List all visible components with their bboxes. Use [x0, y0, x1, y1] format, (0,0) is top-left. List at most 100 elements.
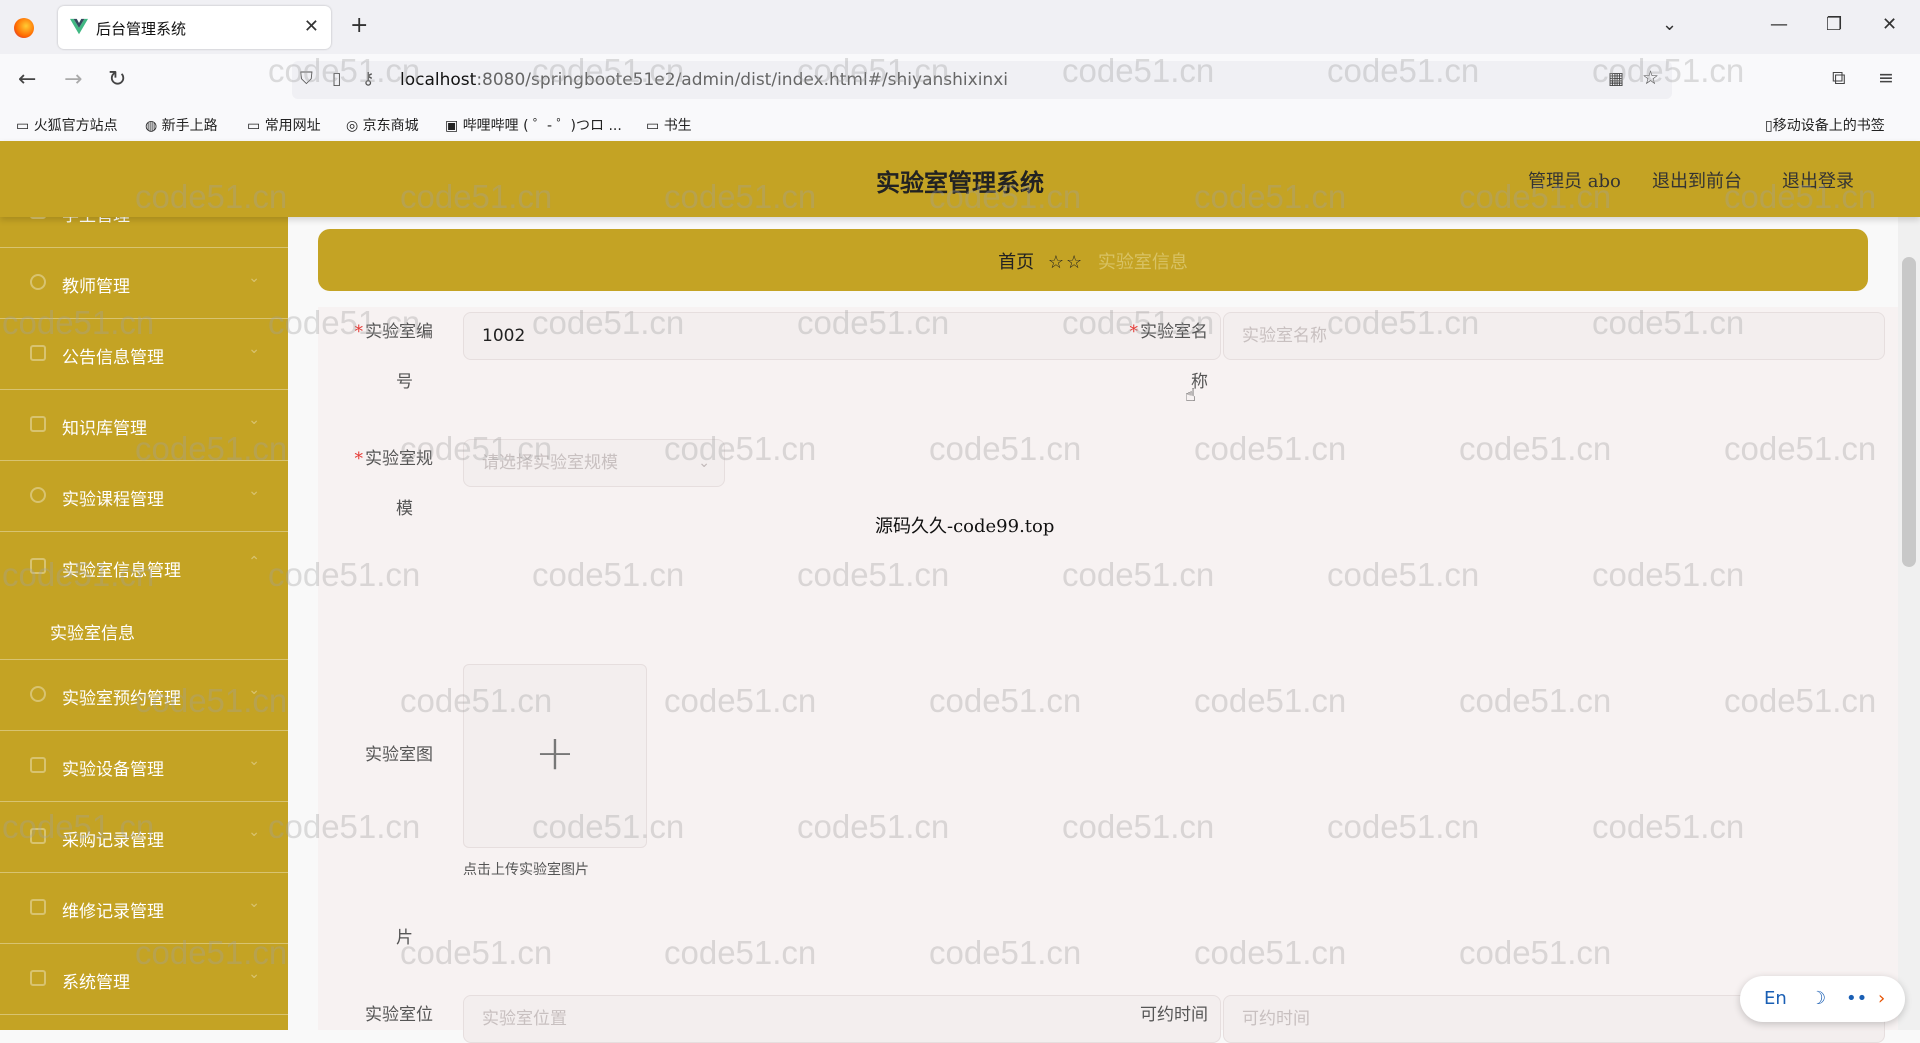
sidebar-item-label: 系统管理 — [62, 973, 130, 993]
sidebar-item-teachers[interactable]: 教师管理 ⌄ — [0, 248, 288, 319]
breadcrumb: 首页 ☆☆ 实验室信息 — [318, 229, 1868, 291]
sidebar-item-system[interactable]: 系统管理 ⌄ — [0, 944, 288, 1015]
sidebar-item-knowledge[interactable]: 知识库管理 ⌄ — [0, 390, 288, 461]
menu-icon — [30, 757, 46, 773]
sidebar-subitem-label: 实验室信息 — [50, 624, 135, 644]
ime-lang[interactable]: En — [1764, 988, 1787, 1009]
overlay-watermark-text: 源码久久-code99.top — [875, 516, 1055, 537]
lab-location-label: 实验室位 — [365, 1005, 433, 1025]
chevron-down-icon: ⌄ — [248, 895, 260, 911]
upload-tip: 点击上传实验室图片 — [463, 862, 589, 878]
chevron-right-icon[interactable]: › — [1878, 988, 1885, 1009]
image-uploader[interactable]: + — [463, 664, 647, 848]
minimize-button[interactable]: — — [1770, 14, 1788, 35]
lab-scale-placeholder: 请选择实验室规模 — [482, 453, 618, 473]
firefox-icon[interactable] — [14, 18, 34, 38]
sidebar-item-announcements[interactable]: 公告信息管理 ⌄ — [0, 319, 288, 390]
page-icon[interactable]: ▯ — [332, 69, 341, 89]
chevron-down-icon: ⌄ — [248, 682, 260, 698]
logout-link[interactable]: 退出登录 — [1782, 167, 1854, 193]
app-title: 实验室管理系统 — [876, 168, 1044, 197]
app-header: 实验室管理系统 管理员 abo 退出到前台 退出登录 — [0, 141, 1920, 217]
tab-title: 后台管理系统 — [96, 20, 187, 38]
main-content: 首页 ☆☆ 实验室信息 * 实验室编 号 1002 * 实验室名 称 实验室名称 *… — [288, 217, 1920, 1043]
ime-toolbar[interactable]: En ☽ •• › — [1740, 976, 1905, 1022]
restore-button[interactable]: ❐ — [1826, 14, 1842, 35]
moon-icon[interactable]: ☽ — [1810, 988, 1826, 1009]
lab-scale-label-cont: 模 — [396, 499, 413, 519]
sidebar-item-label: 实验室信息管理 — [62, 561, 181, 581]
lab-image-label-cont: 片 — [396, 928, 413, 948]
chevron-down-icon: ⌄ — [248, 824, 260, 840]
menu-icon[interactable]: ≡ — [1878, 67, 1894, 89]
breadcrumb-star-icon: ☆☆ — [1047, 252, 1085, 273]
menu-icon — [30, 217, 46, 219]
sidebar-item-label: 维修记录管理 — [62, 902, 164, 922]
chevron-down-icon: ⌄ — [248, 483, 260, 499]
window-close-button[interactable]: ✕ — [1882, 14, 1897, 35]
plus-icon: + — [534, 725, 576, 781]
chevron-down-icon: ⌄ — [698, 455, 710, 471]
back-icon[interactable]: ← — [18, 67, 36, 92]
sidebar-item-label: 实验设备管理 — [62, 760, 164, 780]
browser-navbar: ← → ↻ ⛉ ▯ ⚷ localhost:8080/springboote51… — [0, 54, 1920, 106]
forward-icon[interactable]: → — [64, 67, 82, 92]
key-icon[interactable]: ⚷ — [362, 69, 374, 89]
shield-icon[interactable]: ⛉ — [300, 69, 313, 89]
available-time-label: 可约时间 — [1140, 1005, 1208, 1025]
sidebar-item-reservations[interactable]: 实验室预约管理 ⌄ — [0, 660, 288, 731]
lab-name-input[interactable]: 实验室名称 — [1223, 312, 1885, 360]
browser-tab[interactable]: 后台管理系统 ✕ — [58, 6, 331, 49]
menu-icon — [30, 970, 46, 986]
address-bar[interactable]: ⛉ ▯ ⚷ localhost:8080/springboote51e2/adm… — [292, 61, 1672, 99]
qr-code-icon[interactable]: ▦ — [1608, 69, 1624, 89]
lab-scale-select[interactable]: 请选择实验室规模 ⌄ — [463, 439, 725, 487]
sidebar-item-label: 公告信息管理 — [62, 348, 164, 368]
sidebar-item-courses[interactable]: 实验课程管理 ⌄ — [0, 461, 288, 532]
sidebar-item-lab-info[interactable]: 实验室信息管理 ⌃ — [0, 532, 288, 602]
bookmark-item[interactable]: ◎ 京东商城 — [346, 115, 419, 135]
menu-icon — [30, 416, 46, 432]
sidebar-subitem-lab-info[interactable]: 实验室信息 — [0, 603, 288, 660]
sidebar-item-label: 学生管理 — [62, 217, 130, 226]
punctuation-icon[interactable]: •• — [1846, 988, 1867, 1009]
chevron-up-icon: ⌃ — [248, 554, 260, 570]
lab-no-label: * 实验室编 — [354, 322, 434, 342]
sidebar-item-repairs[interactable]: 维修记录管理 ⌄ — [0, 873, 288, 944]
reload-icon[interactable]: ↻ — [108, 67, 126, 92]
bookmark-star-icon[interactable]: ☆ — [1642, 67, 1659, 89]
tab-close-icon[interactable]: ✕ — [304, 16, 319, 37]
bookmark-item[interactable]: ▭ 常用网址 — [247, 115, 321, 135]
to-front-link[interactable]: 退出到前台 — [1652, 167, 1742, 193]
mobile-bookmarks[interactable]: ▯移动设备上的书签 — [1765, 115, 1885, 135]
vue-favicon-icon — [70, 18, 88, 35]
chevron-down-icon: ⌄ — [248, 270, 260, 286]
breadcrumb-home[interactable]: 首页 — [998, 252, 1034, 273]
menu-icon — [30, 828, 46, 844]
breadcrumb-current: 实验室信息 — [1097, 252, 1188, 273]
chevron-down-icon: ⌄ — [248, 341, 260, 357]
current-user: 管理员 abo — [1528, 171, 1621, 192]
bookmark-item[interactable]: ▣ 哔哩哔哩 ( ゜- ゜)つロ ... — [445, 115, 622, 135]
sidebar-item-equipment[interactable]: 实验设备管理 ⌄ — [0, 731, 288, 802]
sidebar-item-purchases[interactable]: 采购记录管理 ⌄ — [0, 802, 288, 873]
browser-tabbar: 后台管理系统 ✕ + ⌄ — ❐ ✕ — [0, 0, 1920, 54]
page-scrollbar[interactable] — [1898, 217, 1920, 1030]
url-text[interactable]: localhost:8080/springboote51e2/admin/dis… — [400, 70, 1008, 90]
menu-icon — [30, 686, 46, 702]
scrollbar-thumb[interactable] — [1902, 257, 1916, 567]
bookmark-item[interactable]: ◍ 新手上路 — [145, 115, 218, 135]
bookmark-item[interactable]: ▭ 书生 — [646, 115, 692, 135]
menu-icon — [30, 899, 46, 915]
extensions-icon[interactable]: ⧉ — [1832, 67, 1846, 89]
mouse-cursor-icon: ☝ — [1185, 385, 1196, 406]
new-tab-button[interactable]: + — [350, 13, 368, 38]
sidebar-item-label: 实验室预约管理 — [62, 689, 181, 709]
bookmark-item[interactable]: ▭ 火狐官方站点 — [16, 115, 118, 135]
chevron-down-icon: ⌄ — [248, 412, 260, 428]
lab-name-label: * 实验室名 — [1129, 322, 1209, 342]
sidebar-item-students[interactable]: 学生管理 ⌄ — [0, 217, 288, 248]
lab-scale-label: * 实验室规 — [354, 449, 434, 469]
sidebar-item-label: 采购记录管理 — [62, 831, 164, 851]
tab-list-chevron-icon[interactable]: ⌄ — [1662, 14, 1677, 35]
